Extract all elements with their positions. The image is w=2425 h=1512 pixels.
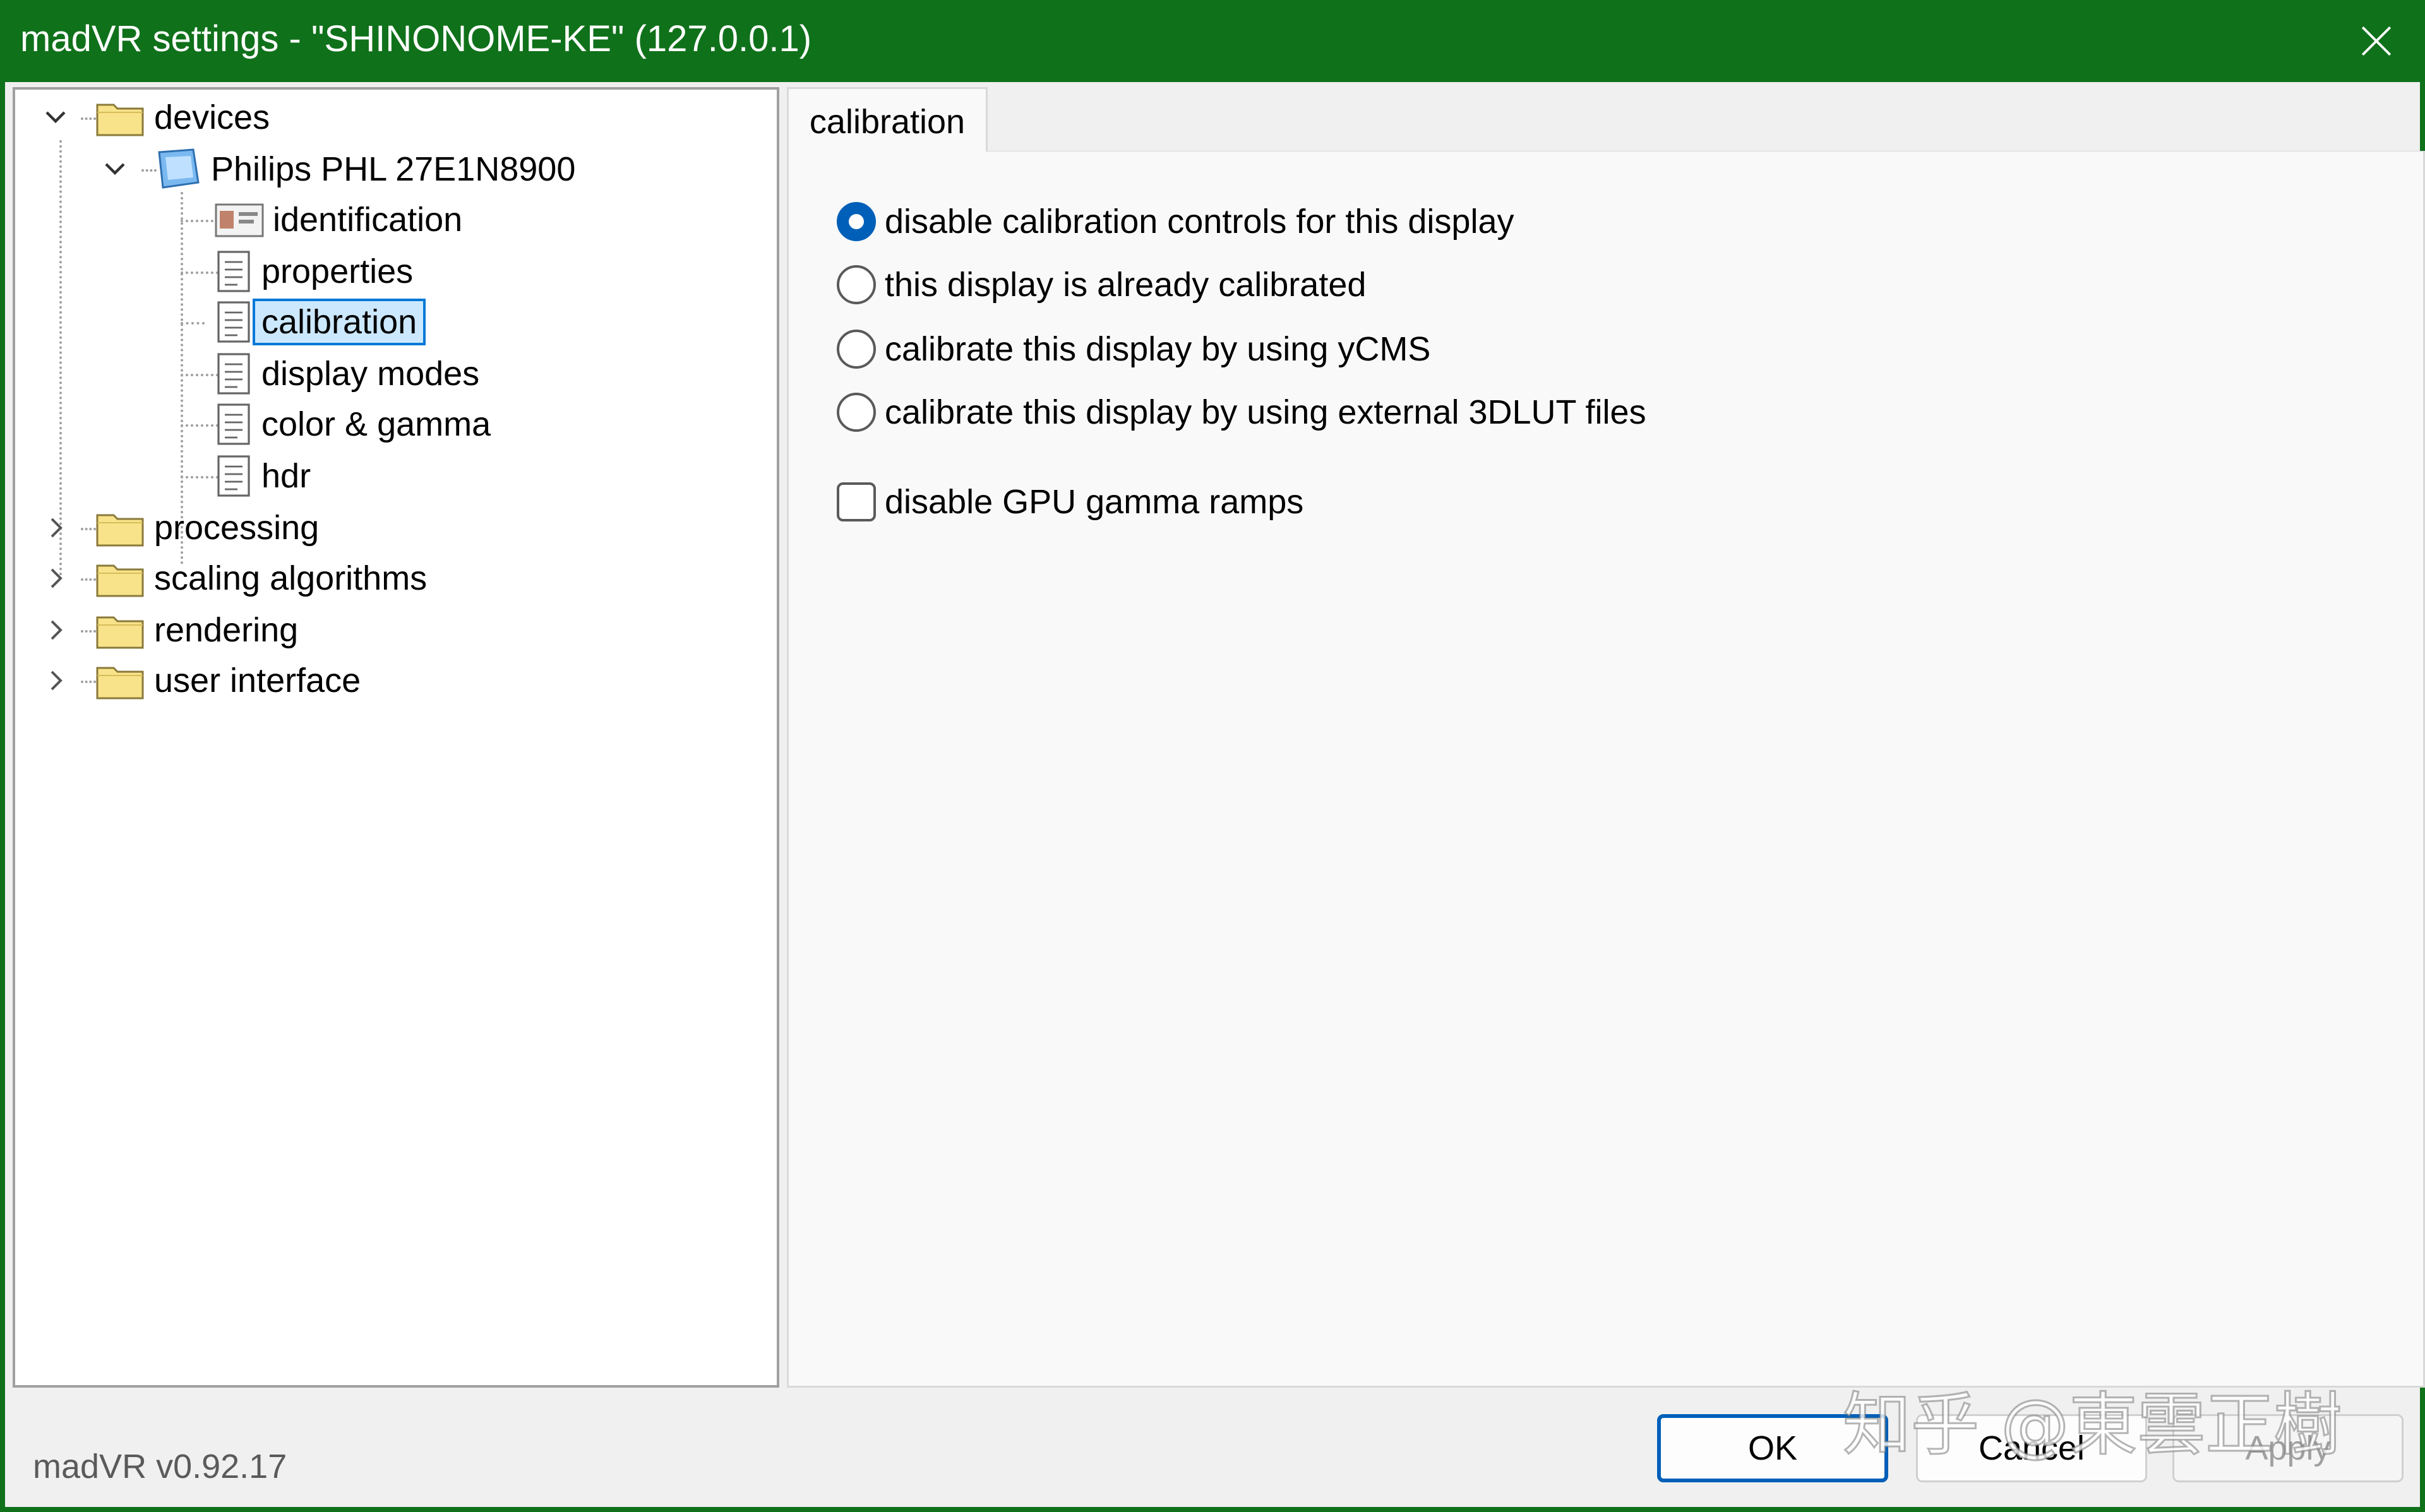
tree-line: [181, 322, 205, 324]
tree-line: [181, 476, 219, 479]
radio-disable-calibration[interactable]: disable calibration controls for this di…: [837, 202, 1514, 241]
tab-calibration[interactable]: calibration: [787, 87, 988, 154]
tree-item-processing[interactable]: processing: [95, 504, 328, 552]
tree-item-identification[interactable]: identification: [215, 196, 471, 244]
tree-item-calibration[interactable]: calibration: [215, 298, 426, 346]
radio-button[interactable]: [837, 265, 876, 304]
tree-label: devices: [154, 98, 270, 136]
calibration-panel: disable calibration controls for this di…: [787, 152, 2425, 1388]
expand-rendering[interactable]: [38, 612, 73, 648]
option-label: disable GPU gamma ramps: [885, 483, 1304, 521]
tree-label: hdr: [261, 457, 311, 495]
folder-icon: [95, 660, 145, 701]
tree-label: processing: [154, 509, 320, 547]
tree-label: Philips PHL 27E1N8900: [211, 150, 576, 188]
tree-item-user-interface[interactable]: user interface: [95, 657, 369, 705]
radio-calibrate-ycms[interactable]: calibrate this display by using yCMS: [837, 330, 1430, 369]
radio-button[interactable]: [837, 393, 876, 432]
tree-item-color-gamma[interactable]: color & gamma: [215, 400, 500, 448]
folder-icon: [95, 610, 145, 650]
folder-icon: [95, 558, 145, 598]
radio-button-checked[interactable]: [837, 202, 876, 241]
close-icon: [2361, 26, 2392, 56]
chevron-down-icon: [105, 163, 125, 176]
folder-icon: [95, 97, 145, 138]
settings-tree[interactable]: devices Philips PHL 27E1N8900 identifica…: [13, 87, 779, 1388]
expand-processing[interactable]: [38, 510, 73, 545]
option-label: calibrate this display by using yCMS: [885, 330, 1431, 368]
document-icon: [215, 402, 253, 446]
tree-label: display modes: [261, 355, 480, 393]
title-bar[interactable]: madVR settings - "SHINONOME-KE" (127.0.0…: [5, 0, 2425, 82]
tree-label: scaling algorithms: [154, 559, 428, 597]
close-button[interactable]: [2323, 0, 2425, 82]
document-icon: [215, 352, 253, 396]
version-label: madVR v0.92.17: [33, 1448, 287, 1485]
chevron-right-icon: [51, 620, 63, 640]
expand-user-interface[interactable]: [38, 663, 73, 698]
tree-line: [81, 528, 96, 530]
checkbox-disable-gpu-gamma[interactable]: disable GPU gamma ramps: [837, 482, 1303, 521]
tree-line: [141, 169, 157, 172]
expand-devices[interactable]: [38, 100, 73, 135]
tree-label: identification: [273, 201, 463, 239]
tree-item-rendering[interactable]: rendering: [95, 606, 307, 654]
ok-button[interactable]: OK: [1657, 1414, 1888, 1482]
checkbox[interactable]: [837, 482, 876, 521]
tree-line: [181, 424, 219, 427]
tree-label: user interface: [154, 662, 361, 699]
tree-line: [181, 374, 219, 376]
tree-line: [181, 271, 219, 274]
id-card-icon: [215, 201, 264, 239]
tree-label-selected: calibration: [253, 299, 426, 345]
folder-icon: [95, 508, 145, 548]
expand-scaling[interactable]: [38, 561, 73, 596]
tree-line: [81, 681, 96, 683]
tree-label: rendering: [154, 611, 299, 649]
tree-label: color & gamma: [261, 405, 491, 443]
tree-item-properties[interactable]: properties: [215, 247, 422, 295]
option-label: calibrate this display by using external…: [885, 393, 1646, 431]
tree-item-hdr[interactable]: hdr: [215, 452, 320, 500]
radio-already-calibrated[interactable]: this display is already calibrated: [837, 265, 1366, 304]
tree-item-display[interactable]: Philips PHL 27E1N8900: [155, 145, 584, 193]
tree-item-display-modes[interactable]: display modes: [215, 350, 488, 398]
document-icon: [215, 454, 253, 498]
tree-item-devices[interactable]: devices: [95, 93, 278, 141]
radio-button[interactable]: [837, 330, 876, 369]
tree-line: [81, 630, 96, 633]
window-title: madVR settings - "SHINONOME-KE" (127.0.0…: [20, 18, 812, 59]
cancel-button[interactable]: Cancel: [1916, 1414, 2147, 1482]
tree-label: properties: [261, 253, 414, 290]
chevron-right-icon: [51, 670, 63, 691]
chevron-right-icon: [51, 568, 63, 588]
monitor-icon: [155, 147, 202, 191]
expand-display[interactable]: [97, 152, 133, 187]
chevron-right-icon: [51, 518, 63, 538]
option-label: disable calibration controls for this di…: [885, 203, 1514, 241]
tree-line: [81, 578, 96, 581]
document-icon: [215, 300, 253, 344]
tree-line: [181, 220, 219, 222]
document-icon: [215, 249, 253, 294]
settings-window: madVR settings - "SHINONOME-KE" (127.0.0…: [0, 0, 2425, 1512]
apply-button[interactable]: Apply: [2172, 1414, 2404, 1482]
option-label: this display is already calibrated: [885, 266, 1367, 304]
radio-calibrate-3dlut[interactable]: calibrate this display by using external…: [837, 393, 1646, 432]
tab-strip: calibration: [787, 87, 2425, 154]
tree-line: [81, 117, 96, 120]
chevron-down-icon: [45, 111, 66, 124]
tree-item-scaling-algorithms[interactable]: scaling algorithms: [95, 554, 436, 602]
